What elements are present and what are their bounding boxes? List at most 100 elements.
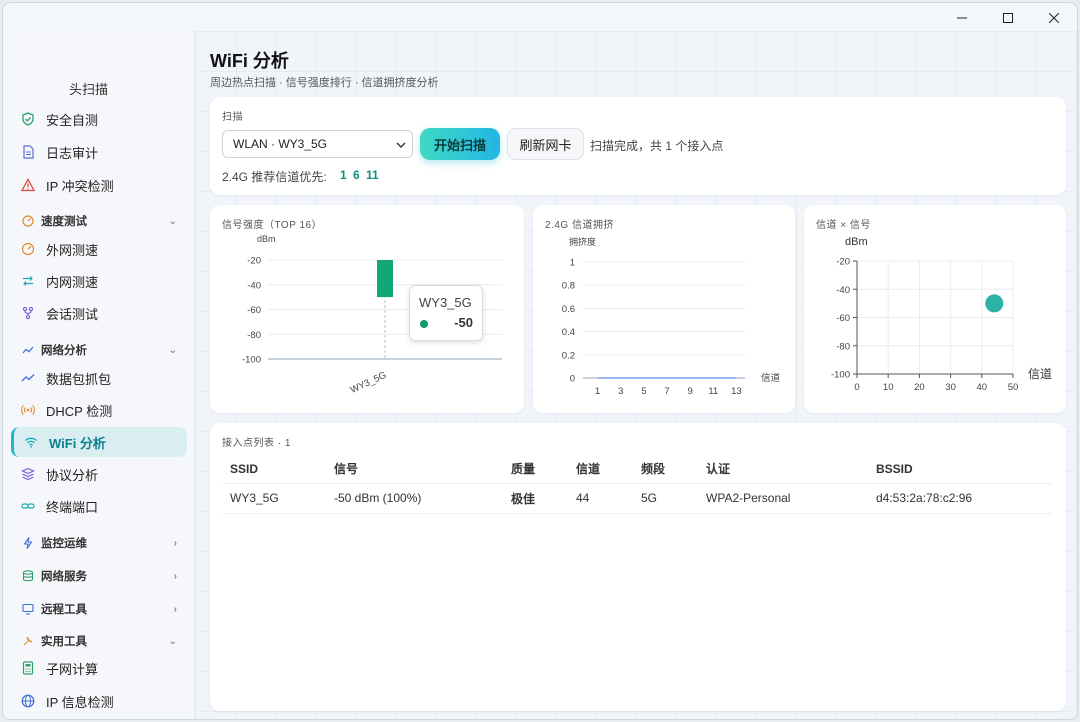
sidebar-group-monitoring[interactable]: 监控运维 ›	[11, 530, 187, 556]
column-header[interactable]: 频段	[633, 455, 698, 483]
maximize-button[interactable]	[985, 5, 1031, 31]
swap-arrows-icon	[20, 273, 36, 289]
y-axis-label: dBm	[257, 234, 276, 244]
sidebar-item-lan-speed[interactable]: 内网测速	[11, 266, 187, 296]
sidebar-item-terminal-ports[interactable]: 终端端口	[11, 491, 187, 521]
sidebar-item-subnet-calc[interactable]: 子网计算	[11, 653, 187, 683]
x-tick-label: 5	[641, 386, 646, 397]
sidebar-item-dhcp-detect[interactable]: DHCP 检测	[11, 395, 187, 425]
layers-icon	[20, 466, 36, 482]
x-tick-label: 50	[1008, 382, 1019, 393]
close-icon	[1049, 13, 1059, 23]
x-tick-label: 3	[618, 386, 623, 397]
congestion-chart-card: 2.4G 信道拥挤 拥挤度 0 0.2 0.4 0.6 0.8 1 1 3 5 7 9 11 13 信道	[533, 205, 795, 413]
column-header[interactable]: 质量	[503, 455, 568, 483]
ap-table: SSID 信号 质量 信道 频段 认证 BSSID WY3_5G -50 dBm…	[222, 455, 1052, 514]
trend-icon	[21, 343, 35, 357]
cell-quality: 极佳	[503, 482, 568, 514]
close-button[interactable]	[1031, 5, 1077, 31]
column-header[interactable]: 信号	[326, 455, 503, 483]
scan-card: 扫描 WLAN · WY3_5G 开始扫描 刷新网卡 扫描完成，共 1 个接入点…	[210, 97, 1066, 195]
sidebar-item-label: 日志审计	[46, 145, 99, 161]
minimize-icon	[957, 17, 967, 19]
sidebar-item-wifi-analysis[interactable]: WiFi 分析	[11, 427, 187, 457]
chevron-right-icon: ›	[173, 603, 177, 615]
recommend-label: 2.4G 推荐信道优先:	[222, 170, 327, 184]
cell-band: 5G	[633, 482, 698, 514]
sidebar-group-network-analysis[interactable]: 网络分析 ⌄	[11, 337, 187, 363]
sidebar-item-session-test[interactable]: 会话测试	[11, 298, 187, 328]
sidebar-group-utilities[interactable]: 实用工具 ⌄	[11, 628, 187, 654]
sidebar-item-ip-info[interactable]: IP 信息检测	[11, 686, 187, 716]
sidebar-group-label: 监控运维	[41, 538, 87, 550]
refresh-adapter-button[interactable]: 刷新网卡	[507, 128, 584, 160]
x-tick-label: 10	[883, 382, 894, 393]
tools-icon	[21, 634, 35, 648]
ap-list-title: 接入点列表 · 1	[222, 438, 291, 449]
page-title: WiFi 分析	[210, 51, 289, 71]
x-axis-label: 信道	[1028, 367, 1052, 381]
chevron-right-icon: ›	[173, 570, 177, 582]
globe-icon	[20, 693, 36, 709]
bolt-icon	[21, 536, 35, 550]
sidebar-item-security-test[interactable]: 安全自测	[11, 104, 187, 134]
sidebar-group-label: 网络分析	[41, 345, 87, 357]
monitor-icon	[21, 602, 35, 616]
x-tick-label: WY3_5G	[349, 370, 389, 396]
maximize-icon	[1003, 13, 1013, 23]
x-tick-label: 9	[687, 386, 692, 397]
cell-bssid: d4:53:2a:78:c2:96	[868, 482, 1052, 514]
column-header[interactable]: SSID	[222, 455, 326, 483]
x-tick-label: 1	[595, 386, 600, 397]
scan-label: 扫描	[222, 112, 243, 123]
sidebar-item-ip-conflict[interactable]: IP 冲突检测	[11, 170, 187, 200]
start-scan-button[interactable]: 开始扫描	[420, 128, 500, 160]
sidebar-item-label: 会话测试	[46, 306, 99, 322]
x-tick-label: 11	[708, 386, 718, 397]
y-tick-label: 0.6	[562, 304, 575, 315]
adapter-select-value: WLAN · WY3_5G	[233, 137, 328, 151]
sidebar-group-remote-tools[interactable]: 远程工具 ›	[11, 596, 187, 622]
table-header-row: SSID 信号 质量 信道 频段 认证 BSSID	[222, 455, 1052, 483]
warning-icon	[20, 177, 36, 193]
sidebar-item-label: 外网测速	[46, 242, 99, 258]
y-tick-label: -80	[247, 330, 261, 341]
sidebar-item-label: 终端端口	[46, 499, 99, 515]
column-header[interactable]: 认证	[698, 455, 868, 483]
sidebar-group-label: 网络服务	[41, 571, 87, 583]
sidebar-item-label: WiFi 分析	[49, 435, 106, 451]
adapter-select[interactable]: WLAN · WY3_5G	[222, 130, 413, 158]
chevron-down-icon	[396, 139, 406, 153]
cell-auth: WPA2-Personal	[698, 482, 868, 514]
sidebar-group-speed-test[interactable]: 速度测试 ⌄	[11, 208, 187, 234]
sidebar-item-label: 数据包抓包	[46, 371, 112, 387]
congestion-line-chart: 拥挤度00.20.40.60.811 3 5 7 9 11 13信道	[562, 236, 781, 397]
speedometer-icon	[21, 214, 35, 228]
bar	[377, 260, 393, 298]
column-header[interactable]: 信道	[568, 455, 633, 483]
recommend-channel: 6	[353, 168, 360, 182]
y-tick-label: -40	[836, 285, 850, 296]
sidebar-item-wan-speed[interactable]: 外网测速	[11, 234, 187, 264]
y-tick-label: 0	[570, 374, 575, 385]
table-row[interactable]: WY3_5G -50 dBm (100%) 极佳 44 5G WPA2-Pers…	[222, 482, 1052, 514]
sidebar: 头扫描 安全自测 日志审计 IP 冲突检测 速度测试 ⌄ 外网测速 内网测速 会…	[3, 31, 195, 719]
document-icon	[20, 144, 36, 160]
sidebar-group-network-services[interactable]: 网络服务 ›	[11, 563, 187, 589]
broadcast-icon	[20, 402, 36, 418]
minimize-button[interactable]	[939, 5, 985, 31]
sidebar-item-label: 协议分析	[46, 467, 99, 483]
y-tick-label: -60	[836, 313, 850, 324]
chevron-right-icon: ›	[173, 537, 177, 549]
y-tick-label: -80	[836, 341, 850, 352]
sidebar-item-log-audit[interactable]: 日志审计	[11, 137, 187, 167]
sidebar-item-label: 安全自测	[46, 112, 99, 128]
sidebar-group-label: 速度测试	[41, 216, 87, 228]
y-axis-label: dBm	[845, 236, 868, 248]
ap-list-card: 接入点列表 · 1 SSID 信号 质量 信道 频段 认证 BSSID WY3_…	[210, 423, 1066, 711]
wifi-icon	[23, 434, 39, 450]
column-header[interactable]: BSSID	[868, 455, 1052, 483]
sidebar-group-label: 实用工具	[41, 636, 87, 648]
sidebar-item-protocol-analysis[interactable]: 协议分析	[11, 459, 187, 489]
sidebar-item-packet-capture[interactable]: 数据包抓包	[11, 363, 187, 393]
